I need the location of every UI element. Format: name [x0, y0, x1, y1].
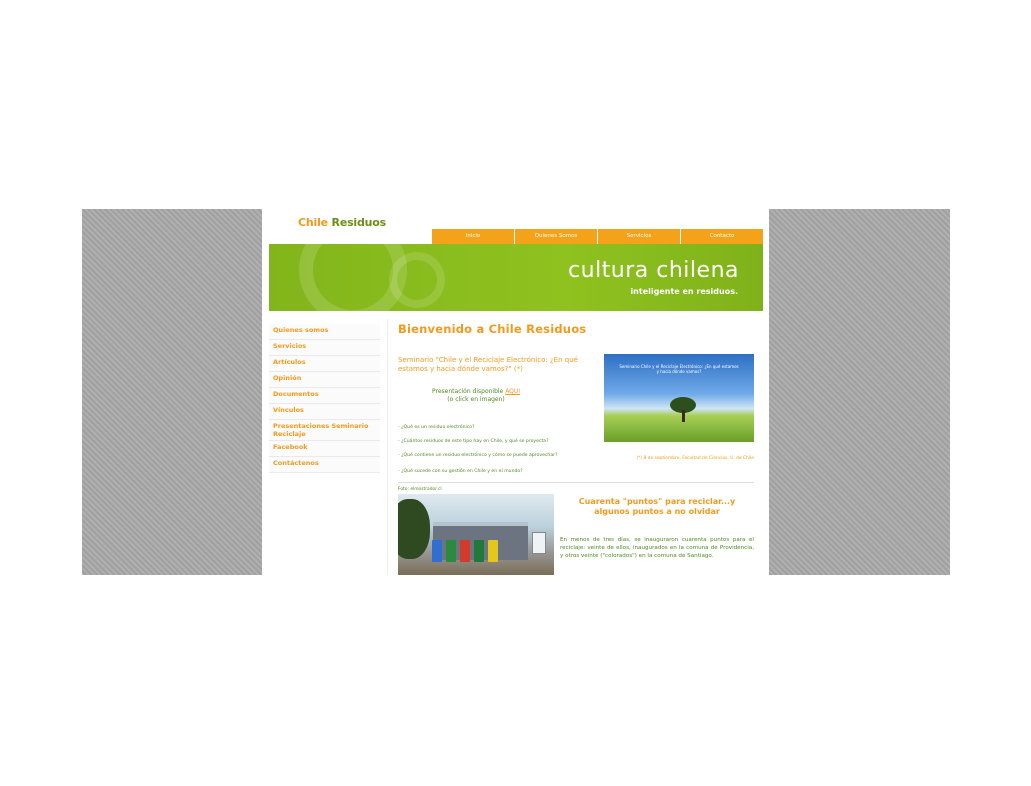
screenshot-frame: Chile Residuos Inicio Quienes Somos Serv…	[82, 209, 950, 575]
article-body: En menos de tres días, se inauguraron cu…	[560, 537, 754, 559]
nav-contacto[interactable]: Contacto	[681, 229, 763, 244]
website-page: Chile Residuos Inicio Quienes Somos Serv…	[262, 209, 769, 575]
presentation-note: Presentación disponible AQUI (o click en…	[432, 388, 520, 404]
sidebar-item-servicios[interactable]: Servicios	[269, 340, 380, 356]
question-2: - ¿Cuántos residuos de este tipo hay en …	[398, 439, 549, 444]
green-bin	[446, 540, 456, 562]
dark-green-bin	[474, 540, 484, 562]
seminar-title[interactable]: Seminario "Chile y el Reciclaje Electrón…	[398, 356, 598, 374]
sidebar-item-articulos[interactable]: Artículos	[269, 356, 380, 372]
sidebar-item-presentaciones[interactable]: Presentaciones Seminario Reciclaje	[269, 420, 380, 441]
logo-text-chile: Chile	[298, 216, 328, 229]
photo-sign	[532, 532, 546, 554]
question-1: - ¿Qué es un residuo electrónico?	[398, 425, 475, 430]
sidebar-item-vinculos[interactable]: Vínculos	[269, 404, 380, 420]
question-3: - ¿Qué contiene un residuo electrónico y…	[398, 453, 558, 458]
banner-subtitle: inteligente en residuos.	[630, 287, 738, 296]
poster-text: Seminario Chile y el Reciclaje Electróni…	[619, 364, 739, 374]
banner-ring-decoration-small	[389, 252, 445, 308]
hero-banner: cultura chilena inteligente en residuos.	[269, 244, 763, 311]
sidebar-item-quienes-somos[interactable]: Quienes somos	[269, 324, 380, 340]
banner-title: cultura chilena	[568, 258, 739, 283]
presentation-text: Presentación disponible	[432, 388, 504, 395]
blue-bin	[432, 540, 442, 562]
sidebar-menu: Quienes somos Servicios Artículos Opinió…	[269, 324, 380, 473]
seminar-poster-image[interactable]: Seminario Chile y el Reciclaje Electróni…	[604, 354, 754, 442]
sidebar-item-facebook[interactable]: Facebook	[269, 441, 380, 457]
question-4: - ¿Qué sucede con su gestión en Chile y …	[398, 469, 523, 474]
yellow-bin	[488, 540, 498, 562]
seminar-credit: (*) 8 de septiembre, Facultad de Ciencia…	[636, 456, 754, 461]
sidebar-item-documentos[interactable]: Documentos	[269, 388, 380, 404]
nav-servicios[interactable]: Servicios	[598, 229, 681, 244]
presentation-link[interactable]: AQUI	[505, 388, 520, 395]
photo-tree	[398, 499, 430, 559]
column-divider	[387, 319, 388, 575]
site-logo[interactable]: Chile Residuos	[298, 216, 386, 229]
top-navigation: Inicio Quienes Somos Servicios Contacto	[432, 229, 763, 244]
page-title: Bienvenido a Chile Residuos	[398, 322, 587, 336]
recycling-point-photo[interactable]	[398, 494, 554, 575]
sidebar-item-contactenos[interactable]: Contáctenos	[269, 457, 380, 473]
tree-trunk	[682, 410, 685, 422]
nav-quienes-somos[interactable]: Quienes Somos	[515, 229, 598, 244]
photo-caption: Foto: elmostrador.cl	[398, 487, 442, 492]
article-title[interactable]: Cuarenta "puntos" para reciclar...y algu…	[560, 497, 754, 517]
section-divider	[398, 482, 754, 483]
red-bin	[460, 540, 470, 562]
main-content: Bienvenido a Chile Residuos Seminario "C…	[398, 322, 754, 575]
sidebar-item-opinion[interactable]: Opinión	[269, 372, 380, 388]
nav-inicio[interactable]: Inicio	[432, 229, 515, 244]
presentation-hint: (o click en imagen)	[447, 396, 505, 403]
logo-text-residuos: Residuos	[331, 216, 387, 229]
